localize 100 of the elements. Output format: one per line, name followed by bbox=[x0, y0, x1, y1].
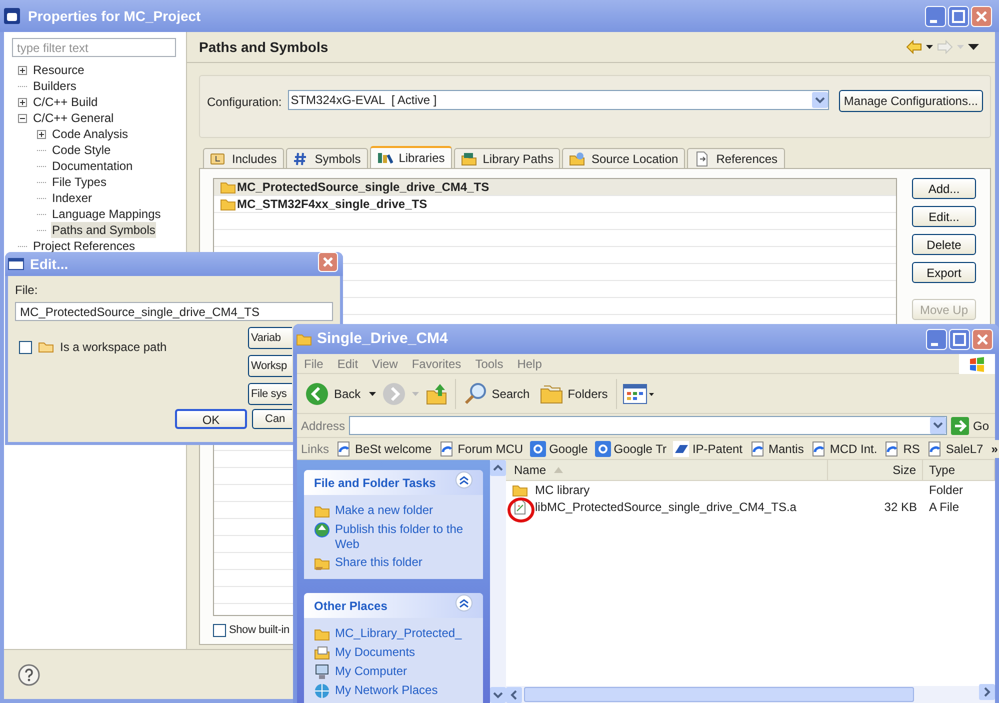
close-icon[interactable] bbox=[972, 328, 993, 350]
column-header[interactable]: Type bbox=[923, 460, 995, 480]
dialog-title: Edit... bbox=[30, 254, 68, 274]
menu-item[interactable]: Favorites bbox=[404, 354, 468, 372]
tree-item[interactable]: Code Analysis bbox=[51, 126, 130, 142]
link[interactable]: Forum MCU bbox=[438, 440, 524, 458]
dialog-button[interactable]: File sys bbox=[248, 383, 292, 405]
link[interactable]: BeSt welcome bbox=[336, 440, 432, 458]
horizontal-scrollbar[interactable] bbox=[506, 686, 995, 703]
vertical-scrollbar[interactable] bbox=[490, 460, 506, 703]
dialog-button[interactable]: Worksp bbox=[248, 355, 292, 377]
menu-item[interactable]: Edit bbox=[330, 354, 366, 372]
minimize-icon[interactable] bbox=[925, 6, 946, 26]
go-arrow-icon bbox=[950, 416, 969, 434]
tab[interactable]: Source Location bbox=[562, 148, 686, 168]
task-link[interactable]: My Computer bbox=[335, 664, 473, 679]
column-header[interactable]: Name bbox=[506, 460, 828, 480]
link-icon bbox=[438, 440, 455, 456]
link[interactable]: Mantis bbox=[750, 440, 804, 458]
link[interactable]: SaleL7 bbox=[926, 440, 984, 458]
link[interactable]: IP-Patent bbox=[673, 440, 742, 458]
link-icon bbox=[530, 440, 546, 456]
search-button[interactable]: Search bbox=[462, 382, 532, 406]
views-icon[interactable] bbox=[622, 384, 655, 404]
tree-item[interactable]: Paths and Symbols bbox=[51, 222, 156, 238]
menu-item[interactable]: Tools bbox=[468, 354, 510, 372]
file-name[interactable]: MC library bbox=[535, 480, 590, 498]
tree-item[interactable]: C/C++ Build bbox=[32, 94, 99, 110]
checkbox[interactable] bbox=[19, 340, 32, 354]
dropdown-icon[interactable] bbox=[368, 392, 376, 396]
tab[interactable]: Library Paths bbox=[454, 148, 560, 168]
side-button[interactable]: Add... bbox=[912, 178, 976, 199]
task-link[interactable]: Share this folder bbox=[335, 555, 473, 570]
up-folder-icon[interactable] bbox=[424, 382, 449, 406]
tree-item[interactable]: Documentation bbox=[51, 158, 134, 174]
dropdown-icon bbox=[930, 417, 946, 434]
task-link[interactable]: My Network Places bbox=[335, 683, 473, 698]
library-row[interactable]: MC_ProtectedSource_single_drive_CM4_TS bbox=[214, 179, 896, 196]
expand-icon[interactable] bbox=[18, 66, 27, 74]
collapse-icon[interactable] bbox=[18, 114, 27, 122]
tab[interactable]: References bbox=[687, 148, 785, 168]
tree-item[interactable]: Resource bbox=[32, 62, 86, 78]
tab-icon bbox=[460, 150, 477, 166]
view-menu-icon[interactable] bbox=[968, 44, 979, 50]
menu-item[interactable]: Help bbox=[510, 354, 549, 372]
task-icon bbox=[314, 522, 330, 538]
side-button[interactable]: Edit... bbox=[912, 206, 976, 227]
links-label: Links bbox=[301, 440, 330, 458]
checkbox-label: Show built-in bbox=[229, 622, 290, 638]
tree-item[interactable]: Builders bbox=[32, 78, 78, 94]
tree-item[interactable]: Code Style bbox=[51, 142, 112, 158]
close-icon[interactable] bbox=[971, 6, 992, 26]
expand-icon[interactable] bbox=[18, 98, 27, 106]
dialog-button[interactable]: Variab bbox=[248, 327, 292, 349]
tree-item[interactable]: C/C++ General bbox=[32, 110, 115, 126]
tree-item[interactable]: Indexer bbox=[51, 190, 94, 206]
collapse-chevron-icon[interactable] bbox=[455, 471, 473, 489]
minimize-icon[interactable] bbox=[926, 328, 947, 350]
close-icon[interactable] bbox=[318, 252, 338, 272]
dropdown-icon[interactable] bbox=[926, 45, 933, 49]
filter-field[interactable]: type filter text bbox=[12, 38, 176, 57]
tree-item[interactable]: File Types bbox=[51, 174, 108, 190]
tab[interactable]: Includes bbox=[203, 148, 284, 168]
library-row[interactable]: MC_STM32F4xx_single_drive_TS bbox=[214, 196, 896, 213]
checkbox[interactable] bbox=[213, 624, 226, 636]
link[interactable]: RS bbox=[884, 440, 920, 458]
configuration-dropdown[interactable]: STM324xG-EVAL [ Active ] bbox=[288, 90, 829, 110]
link[interactable]: Google bbox=[530, 440, 588, 458]
dialog-button[interactable]: Can bbox=[252, 409, 292, 429]
tree-item[interactable]: Project References bbox=[32, 238, 136, 254]
tab[interactable]: Symbols bbox=[286, 148, 368, 168]
menu-item[interactable]: View bbox=[365, 354, 405, 372]
help-icon[interactable] bbox=[18, 664, 40, 686]
dialog-button[interactable]: OK bbox=[175, 409, 247, 429]
file-field[interactable]: MC_ProtectedSource_single_drive_CM4_TS bbox=[15, 302, 333, 321]
more-links-chevron[interactable]: » bbox=[990, 440, 999, 458]
folders-button[interactable]: Folders bbox=[538, 382, 610, 404]
maximize-icon[interactable] bbox=[948, 6, 969, 26]
task-link[interactable]: Publish this folder to the Web bbox=[335, 522, 473, 552]
annotation-circle bbox=[507, 497, 535, 523]
back-button[interactable]: Back bbox=[303, 378, 363, 408]
task-link[interactable]: MC_Library_Protected_ bbox=[335, 626, 473, 641]
collapse-chevron-icon[interactable] bbox=[455, 594, 473, 612]
side-button[interactable]: Delete bbox=[912, 234, 976, 255]
menu-item[interactable]: File bbox=[297, 354, 330, 372]
tree-item[interactable]: Language Mappings bbox=[51, 206, 162, 222]
expand-icon[interactable] bbox=[37, 130, 46, 138]
side-button[interactable]: Export bbox=[912, 262, 976, 283]
link[interactable]: Google Tr bbox=[594, 440, 666, 458]
maximize-icon[interactable] bbox=[949, 328, 970, 350]
column-header[interactable]: Size bbox=[828, 460, 923, 480]
address-field[interactable] bbox=[349, 416, 947, 435]
go-button[interactable]: Go bbox=[950, 416, 991, 434]
manage-configurations-button[interactable]: Manage Configurations... bbox=[838, 90, 983, 112]
file-name[interactable]: libMC_ProtectedSource_single_drive_CM4_TS.a bbox=[535, 498, 796, 516]
task-link[interactable]: My Documents bbox=[335, 645, 473, 660]
tab[interactable]: Libraries bbox=[370, 146, 452, 168]
link[interactable]: MCD Int. bbox=[810, 440, 878, 458]
task-link[interactable]: Make a new folder bbox=[335, 503, 473, 518]
link-icon bbox=[810, 440, 827, 456]
